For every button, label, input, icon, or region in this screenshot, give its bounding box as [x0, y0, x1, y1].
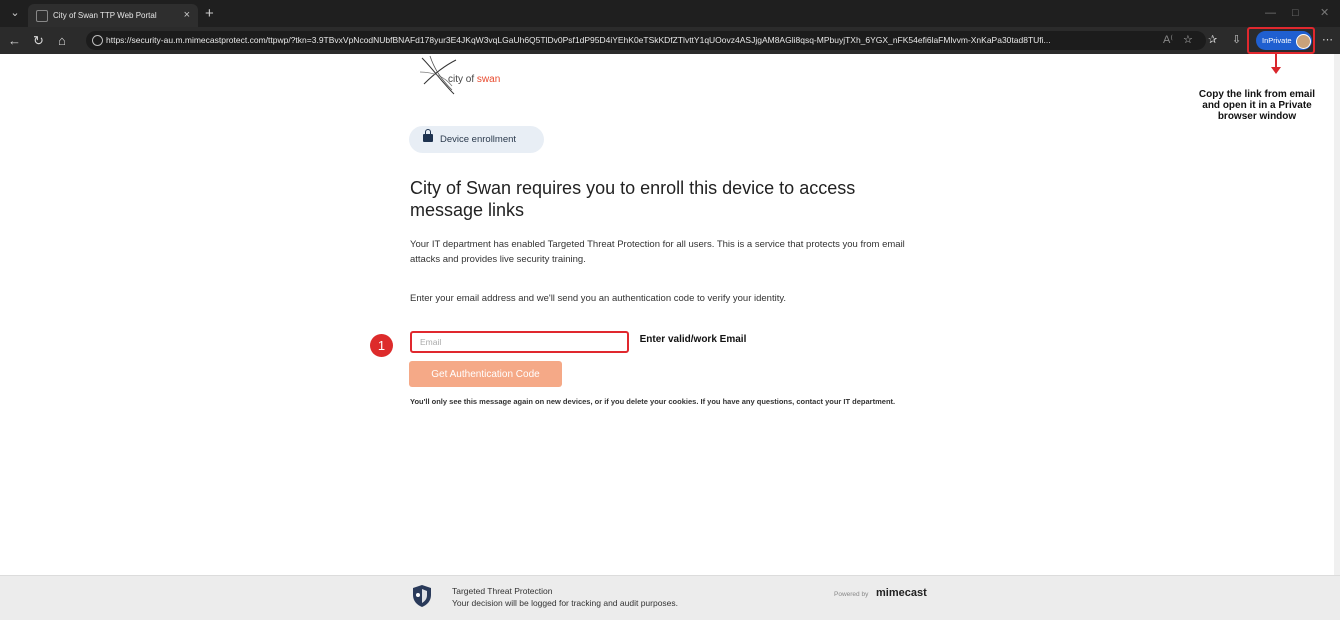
- url-text: https://security-au.m.mimecastprotect.co…: [106, 35, 1051, 45]
- maximize-icon[interactable]: □: [1292, 0, 1299, 27]
- footer-subtitle: Your decision will be logged for trackin…: [452, 598, 679, 608]
- device-enrollment-badge: Device enrollment: [409, 126, 544, 153]
- logo-brand: swan: [476, 74, 501, 85]
- annotation-arrow-down-icon: [1271, 67, 1281, 74]
- shield-icon: [413, 585, 431, 607]
- close-window-icon[interactable]: ✕: [1320, 0, 1329, 27]
- favorites-icon[interactable]: ✰: [1208, 27, 1217, 54]
- browser-title-bar: ⌄ City of Swan TTP Web Portal × + — □ ✕: [0, 0, 1340, 27]
- site-info-icon[interactable]: [92, 35, 103, 46]
- copy-link-annotation: Copy the link from email and open it in …: [1198, 89, 1316, 122]
- cookie-note: You'll only see this message again on ne…: [410, 397, 896, 406]
- email-annotation: Enter valid/work Email: [639, 334, 747, 345]
- minimize-icon[interactable]: —: [1265, 0, 1276, 27]
- email-input[interactable]: [410, 331, 629, 353]
- address-bar[interactable]: https://security-au.m.mimecastprotect.co…: [86, 31, 1206, 50]
- page-viewport: city of swan Device enrollment City of S…: [0, 54, 1340, 620]
- read-aloud-icon[interactable]: A⁽: [1163, 27, 1173, 54]
- inprivate-highlight-box: [1247, 27, 1315, 54]
- instruction-text: Enter your email address and we'll send …: [410, 293, 787, 304]
- more-menu-icon[interactable]: ⋯: [1322, 27, 1333, 54]
- back-icon[interactable]: ←: [8, 27, 21, 54]
- page-title: City of Swan requires you to enroll this…: [410, 178, 856, 220]
- tab-close-icon[interactable]: ×: [184, 4, 190, 27]
- extensions-icon[interactable]: ⇩: [1232, 27, 1241, 54]
- intro-text: Your IT department has enabled Targeted …: [410, 239, 905, 265]
- new-tab-button[interactable]: +: [205, 0, 214, 27]
- badge-label: Device enrollment: [440, 134, 517, 145]
- scrollbar[interactable]: [1334, 54, 1340, 619]
- page-favicon-icon: [36, 10, 48, 22]
- footer-title: Targeted Threat Protection: [452, 586, 553, 596]
- tab-title: City of Swan TTP Web Portal: [53, 11, 157, 20]
- powered-by-label: Powered by: [834, 591, 869, 598]
- address-toolbar: ← ↻ ⌂ https://security-au.m.mimecastprot…: [0, 27, 1340, 54]
- tab-actions-chevron-icon[interactable]: ⌄: [8, 0, 22, 27]
- home-icon[interactable]: ⌂: [58, 27, 66, 54]
- mimecast-logo: mimecast: [876, 587, 927, 599]
- logo-wordmark: city of swan: [448, 74, 500, 85]
- browser-tab[interactable]: City of Swan TTP Web Portal ×: [28, 4, 198, 27]
- page-footer: Targeted Threat Protection Your decision…: [0, 575, 1340, 620]
- refresh-icon[interactable]: ↻: [33, 27, 44, 54]
- logo-prefix: city of: [448, 74, 477, 85]
- get-authentication-code-button[interactable]: Get Authentication Code: [409, 361, 562, 387]
- lock-icon: [423, 129, 433, 142]
- step-number-badge: 1: [370, 334, 393, 357]
- favorite-star-icon[interactable]: ☆: [1183, 27, 1193, 54]
